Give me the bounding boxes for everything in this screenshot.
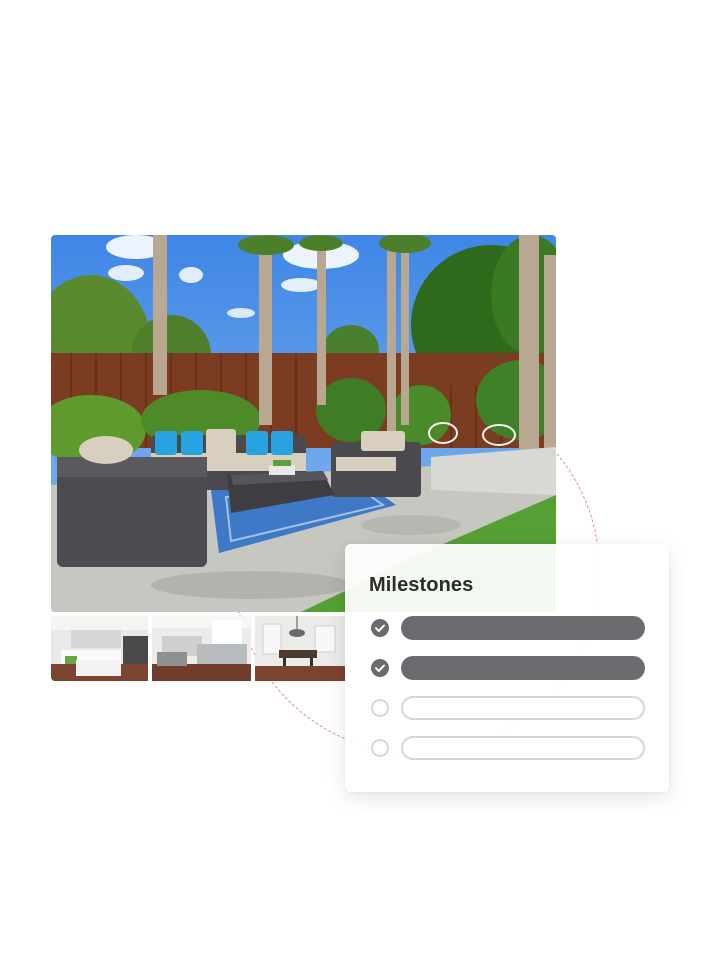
milestone-item[interactable] bbox=[371, 656, 645, 680]
milestone-item[interactable] bbox=[371, 736, 645, 760]
empty-circle-icon bbox=[371, 739, 389, 757]
check-icon bbox=[371, 619, 389, 637]
milestone-bar-completed bbox=[401, 656, 645, 680]
milestone-bar-pending bbox=[401, 696, 645, 720]
milestone-item[interactable] bbox=[371, 696, 645, 720]
milestones-card: Milestones bbox=[345, 544, 669, 792]
milestone-bar-completed bbox=[401, 616, 645, 640]
empty-circle-icon bbox=[371, 699, 389, 717]
listing-thumbnail-living[interactable] bbox=[152, 616, 251, 681]
milestones-title: Milestones bbox=[369, 574, 474, 596]
listing-thumbnail-kitchen[interactable] bbox=[51, 616, 148, 681]
check-icon bbox=[371, 659, 389, 677]
listing-thumbnail-dining[interactable] bbox=[255, 616, 345, 681]
milestone-bar-pending bbox=[401, 736, 645, 760]
milestone-item[interactable] bbox=[371, 616, 645, 640]
